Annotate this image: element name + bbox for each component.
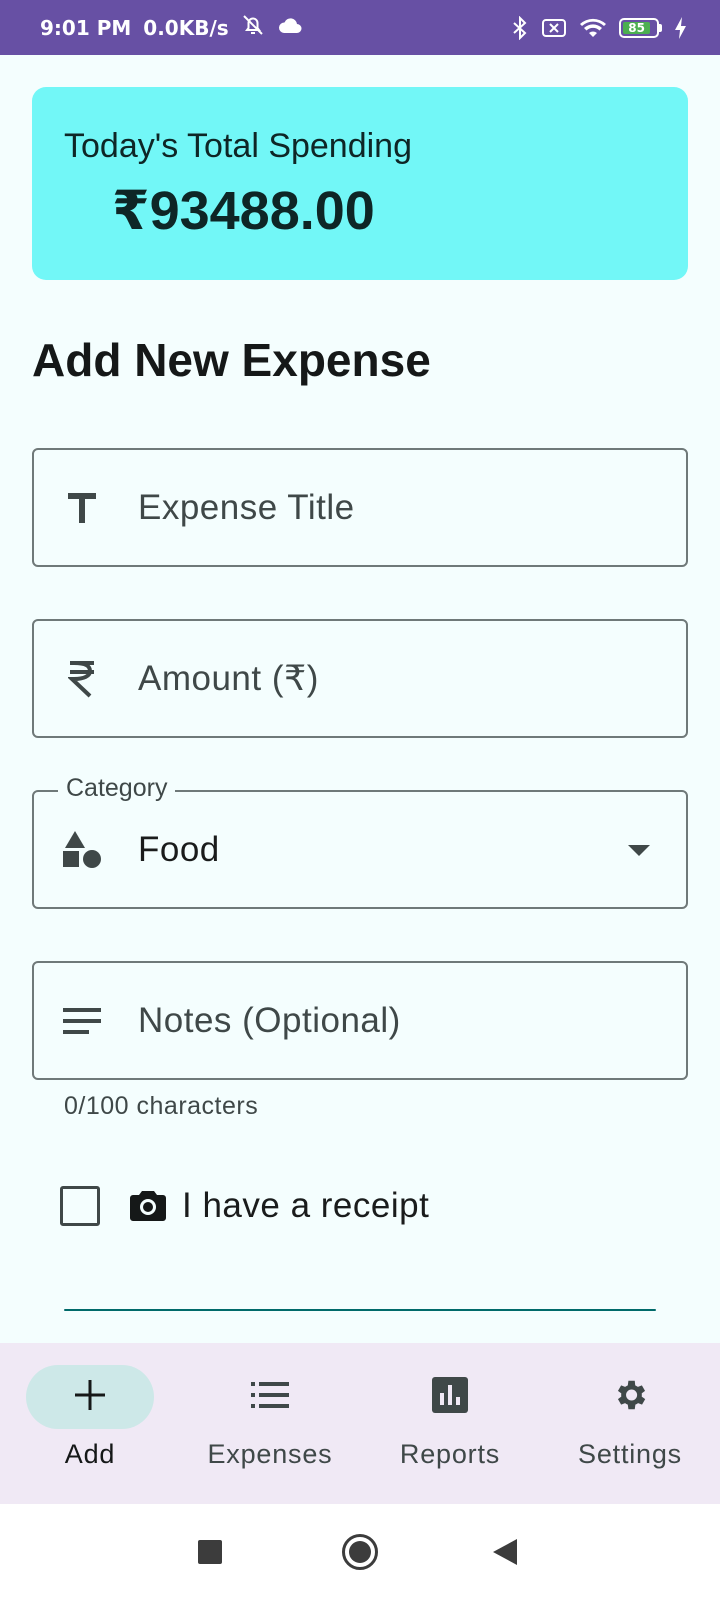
charging-icon [674, 16, 688, 40]
back-button[interactable] [493, 1539, 517, 1570]
category-shapes-icon [62, 830, 102, 870]
no-sim-icon [541, 17, 567, 39]
page-title: Add New Expense [32, 334, 431, 386]
rupee-icon [62, 659, 102, 699]
nav-reports[interactable]: Reports [360, 1343, 540, 1504]
wifi-icon [579, 17, 607, 39]
camera-icon [130, 1190, 166, 1222]
bar-chart-icon [432, 1376, 468, 1418]
nav-expenses-label: Expenses [207, 1439, 333, 1469]
category-select[interactable]: Category Food [32, 774, 688, 909]
spending-label: Today's Total Spending [64, 127, 413, 165]
expense-title-field[interactable]: Expense Title [32, 448, 688, 567]
submit-button-edge [64, 1309, 656, 1311]
status-right: 85 [511, 15, 688, 40]
list-icon [251, 1381, 289, 1413]
status-bar: 9:01 PM 0.0KB/s 85 [0, 0, 720, 55]
nav-add-pill [26, 1365, 154, 1429]
system-navigation-bar [0, 1504, 720, 1600]
nav-reports-pill [386, 1365, 514, 1429]
spending-summary-card: Today's Total Spending ₹93488.00 [32, 87, 688, 280]
receipt-label: I have a receipt [182, 1186, 430, 1225]
network-speed: 0.0KB/s [143, 15, 229, 40]
notes-placeholder: Notes (Optional) [138, 1000, 401, 1040]
amount-placeholder: Amount (₹) [138, 658, 319, 698]
nav-expenses[interactable]: Expenses [180, 1343, 360, 1504]
spending-amount: ₹93488.00 [112, 181, 375, 241]
chevron-down-icon[interactable] [628, 844, 650, 856]
receipt-option[interactable]: I have a receipt [60, 1186, 429, 1226]
add-icon [75, 1379, 105, 1415]
nav-add-label: Add [64, 1439, 116, 1469]
nav-settings-pill [566, 1365, 694, 1429]
nav-expenses-pill [206, 1365, 334, 1429]
recent-apps-button[interactable] [198, 1540, 222, 1569]
bottom-navigation: Add Expenses Reports Settings [0, 1343, 720, 1504]
alarm-off-icon [241, 13, 265, 42]
gear-icon [611, 1376, 649, 1419]
cloud-icon [277, 15, 303, 40]
nav-add[interactable]: Add [0, 1343, 180, 1504]
nav-reports-label: Reports [399, 1439, 501, 1469]
home-button[interactable] [341, 1533, 379, 1576]
text-title-icon [62, 488, 102, 528]
receipt-checkbox[interactable] [60, 1186, 100, 1226]
nav-settings[interactable]: Settings [540, 1343, 720, 1504]
nav-settings-label: Settings [578, 1439, 682, 1469]
category-label: Category [58, 774, 176, 803]
battery-level: 85 [623, 21, 651, 35]
category-value: Food [138, 829, 220, 869]
expense-title-placeholder: Expense Title [138, 487, 355, 527]
battery-icon: 85 [619, 17, 662, 38]
notes-field[interactable]: Notes (Optional) [32, 961, 688, 1080]
notes-lines-icon [62, 1001, 102, 1041]
amount-field[interactable]: Amount (₹) [32, 619, 688, 738]
notes-char-count: 0/100 characters [64, 1092, 259, 1120]
bluetooth-icon [511, 15, 529, 40]
status-time: 9:01 PM [40, 15, 132, 40]
status-left: 9:01 PM 0.0KB/s [40, 13, 303, 42]
